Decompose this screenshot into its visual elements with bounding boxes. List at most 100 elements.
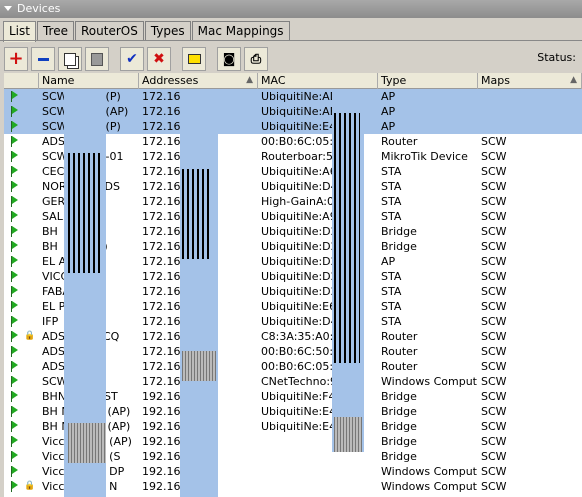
row-flags bbox=[4, 374, 39, 389]
lock-icon: 🔒 bbox=[24, 331, 36, 341]
plus-icon: + bbox=[8, 48, 24, 69]
copy-icon bbox=[64, 52, 76, 66]
row-flags: 🔒 bbox=[4, 479, 39, 494]
column-header-mac[interactable]: MAC bbox=[258, 73, 378, 89]
column-header-name[interactable]: Name bbox=[39, 73, 139, 89]
cell-type: Bridge bbox=[381, 390, 417, 403]
status-flag-icon bbox=[11, 481, 20, 492]
row-flags bbox=[4, 389, 39, 404]
cell-type: MikroTik Device bbox=[381, 150, 468, 163]
cell-type: Router bbox=[381, 345, 418, 358]
status-flag-icon bbox=[11, 181, 20, 192]
tab-types[interactable]: Types bbox=[144, 21, 191, 41]
collapse-arrow-icon[interactable] bbox=[4, 6, 12, 11]
row-flags bbox=[4, 269, 39, 284]
redaction-name-stripes bbox=[68, 153, 102, 273]
cell-type: STA bbox=[381, 195, 402, 208]
binoculars-icon: ◙ bbox=[222, 51, 236, 67]
disable-button[interactable]: ✖ bbox=[147, 47, 171, 71]
sort-arrow-icon: ▲ bbox=[246, 75, 253, 85]
row-flags bbox=[4, 404, 39, 419]
cell-maps: SCW bbox=[481, 405, 507, 418]
name-suffix: (AP) bbox=[109, 435, 132, 448]
row-flags bbox=[4, 434, 39, 449]
comment-button[interactable] bbox=[182, 47, 206, 71]
status-flag-icon bbox=[11, 331, 20, 342]
row-flags bbox=[4, 344, 39, 359]
row-flags bbox=[4, 89, 39, 104]
cell-type: STA bbox=[381, 210, 402, 223]
redaction-addresses-noise bbox=[182, 351, 216, 381]
status-label: Status: bbox=[537, 51, 576, 64]
table-header: Name Addresses ▲ MAC Type Maps ▲ bbox=[4, 73, 582, 89]
add-button[interactable]: + bbox=[4, 47, 28, 71]
find-button[interactable]: ◙ bbox=[217, 47, 241, 71]
cell-maps: SCW bbox=[481, 435, 507, 448]
cell-maps: SCW bbox=[481, 450, 507, 463]
name-suffix: (P) bbox=[105, 120, 121, 133]
window-title: Devices bbox=[17, 2, 61, 15]
row-flags bbox=[4, 314, 39, 329]
cell-type: STA bbox=[381, 270, 402, 283]
cell-mac bbox=[258, 479, 378, 494]
cell-maps bbox=[478, 119, 582, 134]
cell-mac bbox=[258, 464, 378, 479]
cell-maps: SCW bbox=[481, 480, 507, 493]
status-flag-icon bbox=[11, 421, 20, 432]
cell-maps: SCW bbox=[481, 360, 507, 373]
minus-icon bbox=[37, 57, 49, 61]
column-header-flags[interactable] bbox=[4, 73, 39, 89]
tab-tree[interactable]: Tree bbox=[36, 21, 74, 41]
column-header-maps[interactable]: Maps ▲ bbox=[478, 73, 582, 89]
cell-type: Bridge bbox=[381, 240, 417, 253]
row-flags: 🔒 bbox=[4, 329, 39, 344]
name-suffix: (AP) bbox=[107, 420, 131, 433]
tab-mac-mappings[interactable]: Mac Mappings bbox=[191, 21, 290, 41]
status-flag-icon bbox=[11, 271, 20, 282]
status-flag-icon bbox=[11, 136, 20, 147]
cell-type: AP bbox=[381, 90, 396, 103]
paste-button[interactable] bbox=[85, 47, 109, 71]
cell-type: AP bbox=[381, 105, 396, 118]
tab-list[interactable]: List bbox=[3, 21, 36, 42]
cell-type: AP bbox=[381, 255, 396, 268]
name-suffix: DP bbox=[109, 465, 125, 478]
row-flags bbox=[4, 164, 39, 179]
column-header-addresses[interactable]: Addresses ▲ bbox=[139, 73, 258, 89]
cell-maps: SCW bbox=[481, 345, 507, 358]
remove-button[interactable] bbox=[31, 47, 55, 71]
row-flags bbox=[4, 239, 39, 254]
status-flag-icon bbox=[11, 391, 20, 402]
cell-type: Router bbox=[381, 360, 418, 373]
cell-type: Windows Computer bbox=[381, 375, 478, 388]
cell-type: Bridge bbox=[381, 450, 417, 463]
print-button[interactable]: ⎙ bbox=[244, 47, 268, 71]
cell-maps: SCW bbox=[481, 195, 507, 208]
cell-type: Windows Computer bbox=[381, 480, 478, 493]
status-flag-icon bbox=[11, 451, 20, 462]
tab-routeros[interactable]: RouterOS bbox=[75, 21, 144, 41]
sort-arrow-icon: ▲ bbox=[570, 75, 577, 85]
cell-maps: SCW bbox=[481, 285, 507, 298]
column-header-type[interactable]: Type bbox=[378, 73, 478, 89]
row-flags bbox=[4, 299, 39, 314]
column-header-maps-label: Maps bbox=[481, 74, 510, 87]
status-flag-icon bbox=[11, 151, 20, 162]
status-flag-icon bbox=[11, 196, 20, 207]
cell-type: Bridge bbox=[381, 225, 417, 238]
name-suffix: (AP) bbox=[107, 405, 131, 418]
row-flags bbox=[4, 419, 39, 434]
cell-maps: SCW bbox=[481, 135, 507, 148]
window-title-bar: Devices bbox=[0, 0, 582, 18]
status-flag-icon bbox=[11, 121, 20, 132]
cell-type: STA bbox=[381, 285, 402, 298]
cell-maps: SCW bbox=[481, 225, 507, 238]
row-flags bbox=[4, 179, 39, 194]
printer-icon: ⎙ bbox=[250, 51, 262, 67]
cell-maps: SCW bbox=[481, 150, 507, 163]
cell-maps: SCW bbox=[481, 390, 507, 403]
enable-button[interactable]: ✔ bbox=[120, 47, 144, 71]
copy-button[interactable] bbox=[58, 47, 82, 71]
cell-maps: SCW bbox=[481, 375, 507, 388]
row-flags bbox=[4, 209, 39, 224]
